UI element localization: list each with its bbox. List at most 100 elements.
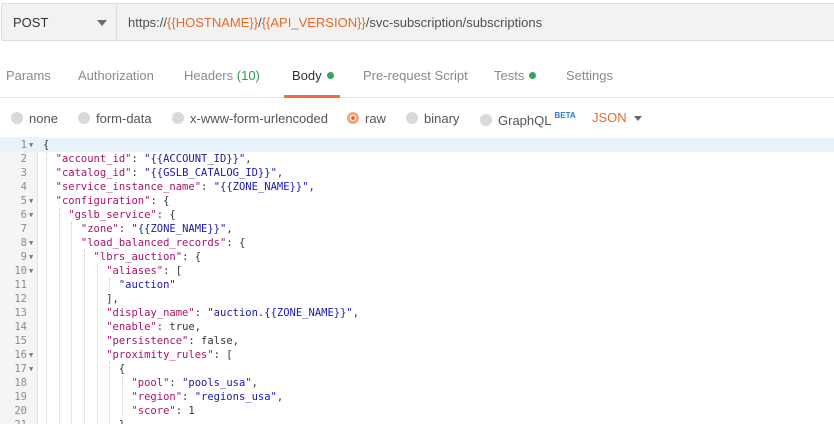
radio-checked-icon (347, 112, 359, 124)
radio-label: form-data (96, 111, 152, 126)
tab-params[interactable]: Params (6, 68, 51, 83)
tab-label: Tests (494, 68, 525, 83)
line-number: 4 (20, 181, 27, 193)
json-key: "service_instance_name" (55, 181, 202, 193)
json-string: "auction" (118, 279, 176, 291)
code-line[interactable]: 4 "service_instance_name": "{{ZONE_NAME}}… (0, 180, 834, 194)
active-tab-indicator (284, 95, 340, 98)
indent-guide (96, 264, 98, 424)
fold-arrow-icon[interactable]: ▼ (29, 208, 33, 222)
json-literal: true (169, 321, 195, 333)
code-line[interactable]: 8 ▼ "load_balanced_records": { (0, 236, 834, 250)
indent-guide (121, 376, 123, 418)
headers-count-badge: (10) (236, 68, 260, 83)
code-text: "configuration": { (56, 194, 170, 208)
code-line[interactable]: 16 ▼ "proximity_rules": [ (0, 348, 834, 362)
request-tabs: Params Authorization Headers (10) Body P… (0, 54, 834, 98)
radio-icon (11, 112, 23, 124)
fold-arrow-icon[interactable]: ▼ (29, 264, 33, 278)
chevron-down-icon[interactable] (634, 116, 642, 121)
url-variable: {{HOSTNAME}} (167, 15, 259, 30)
tab-authorization[interactable]: Authorization (78, 68, 154, 83)
code-line[interactable]: 17 ▼ { (0, 362, 834, 376)
json-punctuation: : { (150, 195, 170, 207)
radio-x-www-form-urlencoded[interactable]: x-www-form-urlencoded (172, 111, 328, 126)
json-key: "account_id" (55, 153, 132, 165)
code-line[interactable]: 14 "enable": true, (0, 320, 834, 334)
radio-label: GraphQL (498, 113, 552, 128)
json-punctuation: , (352, 307, 360, 319)
radio-binary[interactable]: binary (406, 111, 459, 126)
line-number: 20 (14, 405, 27, 417)
line-number: 5 (20, 195, 27, 207)
code-line[interactable]: 1 ▼ { (0, 138, 834, 152)
url-input[interactable]: https://{{HOSTNAME}}/{{API_VERSION}}/svc… (117, 3, 834, 41)
code-line[interactable]: 11 "auction" (0, 278, 834, 292)
code-line[interactable]: 18 "pool": "pools_usa", (0, 376, 834, 390)
code-line[interactable]: 12], (0, 292, 834, 306)
radio-raw[interactable]: raw (347, 111, 386, 126)
json-punctuation: , (226, 223, 233, 235)
fold-arrow-icon[interactable]: ▼ (29, 236, 33, 250)
fold-arrow-icon[interactable]: ▼ (29, 194, 33, 208)
code-text: "proximity_rules": [ (106, 348, 232, 362)
json-punctuation: : (131, 167, 145, 179)
json-key: "persistence" (106, 335, 189, 347)
code-line[interactable]: 13 "display_name": "auction.{{ZONE_NAME}}… (0, 306, 834, 320)
radio-icon (172, 112, 184, 124)
code-text: "enable": true, (106, 320, 201, 334)
code-line[interactable]: 3 "catalog_id": "{{GSLB_CATALOG_ID}}", (0, 166, 834, 180)
json-key: "region" (131, 391, 183, 403)
indent-guide (71, 222, 73, 424)
json-key: "aliases" (106, 265, 164, 277)
radio-icon (78, 112, 90, 124)
fold-arrow-icon[interactable]: ▼ (29, 362, 33, 376)
radio-none[interactable]: none (11, 111, 58, 126)
code-line[interactable]: 9 ▼ "lbrs_auction": { (0, 250, 834, 264)
fold-arrow-icon[interactable]: ▼ (29, 138, 33, 152)
code-line[interactable]: 21} (0, 418, 834, 424)
tab-settings[interactable]: Settings (566, 68, 613, 83)
indent-guide (58, 208, 60, 424)
json-key: "configuration" (55, 195, 151, 207)
json-punctuation: , (245, 153, 252, 165)
json-string: "{{ZONE_NAME}}" (131, 223, 227, 235)
status-dot-icon (529, 72, 537, 79)
radio-form-data[interactable]: form-data (78, 111, 152, 126)
code-line[interactable]: 20 "score": 1 (0, 404, 834, 418)
tab-headers[interactable]: Headers (10) (184, 68, 260, 83)
line-number: 2 (20, 153, 27, 165)
url-segment: /svc-subscription/subscriptions (365, 15, 543, 30)
fold-arrow-icon[interactable]: ▼ (29, 250, 33, 264)
code-line[interactable]: 19 "region": "regions_usa", (0, 390, 834, 404)
json-punctuation: { (43, 139, 50, 151)
json-punctuation: , (276, 167, 284, 179)
fold-arrow-icon[interactable]: ▼ (29, 348, 33, 362)
code-line[interactable]: 6 ▼ "gslb_service": { (0, 208, 834, 222)
code-line[interactable]: 10 ▼ "aliases": [ (0, 264, 834, 278)
code-line[interactable]: 5 ▼ "configuration": { (0, 194, 834, 208)
json-key: "display_name" (106, 307, 195, 319)
code-line[interactable]: 2 "account_id": "{{ACCOUNT_ID}}", (0, 152, 834, 166)
code-editor[interactable]: 1 ▼{2 "account_id": "{{ACCOUNT_ID}}", 3 "cat… (0, 137, 834, 424)
tab-pre-request-script[interactable]: Pre-request Script (363, 68, 468, 83)
code-line[interactable]: 15 "persistence": false, (0, 334, 834, 348)
json-punctuation: : { (182, 251, 202, 263)
code-line[interactable]: 7 "zone": "{{ZONE_NAME}}", (0, 222, 834, 236)
tab-tests[interactable]: Tests (494, 68, 537, 83)
method-select[interactable]: POST (1, 3, 117, 41)
code-text: "region": "regions_usa", (131, 390, 283, 404)
radio-label: x-www-form-urlencoded (190, 111, 328, 126)
code-text: "catalog_id": "{{GSLB_CATALOG_ID}}", (56, 166, 284, 180)
json-punctuation: , (232, 335, 239, 347)
json-punctuation: , (308, 181, 315, 193)
code-text: "lbrs_auction": { (94, 250, 201, 264)
radio-graphql[interactable]: GraphQL BETA (480, 111, 576, 128)
json-key: "catalog_id" (55, 167, 132, 179)
line-number: 21 (0, 418, 27, 424)
tab-body[interactable]: Body (292, 68, 334, 83)
format-select[interactable]: JSON (592, 110, 627, 125)
line-number: 16 (14, 349, 27, 361)
code-text: { (119, 362, 125, 376)
json-punctuation: , (276, 391, 284, 403)
